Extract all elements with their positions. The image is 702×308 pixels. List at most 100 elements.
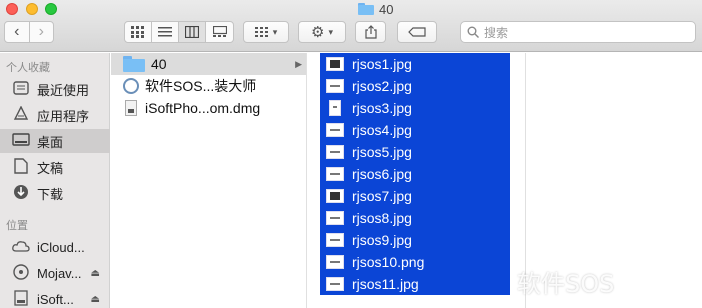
list-item[interactable]: rjsos1.jpg bbox=[320, 53, 510, 75]
disclosure-arrow-icon: ▶ bbox=[295, 58, 302, 69]
locations-header: 位置 bbox=[6, 220, 28, 232]
folder-icon bbox=[123, 56, 145, 72]
window-title-text: 40 bbox=[379, 1, 394, 17]
back-forward-control: ‹ › bbox=[4, 21, 54, 43]
sidebar-item-label: Mojav... bbox=[37, 265, 82, 281]
list-item[interactable]: rjsos6.jpg bbox=[320, 163, 510, 185]
search-icon bbox=[467, 26, 479, 38]
sidebar-item-isoft[interactable]: iSoft... ⏏ bbox=[0, 287, 110, 308]
view-mode-control bbox=[124, 21, 234, 43]
sidebar-item-icloud[interactable]: iCloud... bbox=[0, 235, 110, 259]
close-button[interactable] bbox=[6, 3, 18, 15]
gallery-view-button[interactable] bbox=[206, 22, 233, 42]
eject-icon[interactable]: ⏏ bbox=[91, 268, 100, 279]
list-item[interactable]: rjsos3.jpg bbox=[320, 97, 510, 119]
tag-icon bbox=[408, 27, 426, 37]
icon-view-icon bbox=[130, 26, 144, 38]
sidebar-item-label: 桌面 bbox=[37, 134, 64, 150]
favorites-header: 个人收藏 bbox=[6, 62, 50, 74]
list-view-button[interactable] bbox=[152, 22, 179, 42]
sidebar-item-recents[interactable]: 最近使用 bbox=[0, 77, 110, 101]
item-label: rjsos6.jpg bbox=[352, 166, 412, 182]
gear-icon: ⚙ bbox=[311, 23, 325, 41]
column-view-button[interactable] bbox=[178, 22, 207, 42]
minimize-button[interactable] bbox=[26, 3, 38, 15]
desktop-icon bbox=[11, 132, 31, 150]
folder-icon bbox=[358, 3, 374, 15]
item-label: rjsos2.jpg bbox=[352, 78, 412, 94]
item-label: rjsos1.jpg bbox=[352, 56, 412, 72]
image-file-icon bbox=[326, 255, 344, 269]
back-button[interactable]: ‹ bbox=[5, 22, 30, 42]
zoom-button[interactable] bbox=[45, 3, 57, 15]
image-file-icon bbox=[326, 57, 344, 71]
list-item[interactable]: rjsos8.jpg bbox=[320, 207, 510, 229]
sidebar-item-applications[interactable]: 应用程序 bbox=[0, 103, 110, 127]
item-label: rjsos10.png bbox=[352, 254, 425, 270]
clock-icon bbox=[11, 80, 31, 99]
image-file-icon bbox=[326, 211, 344, 225]
document-icon bbox=[11, 157, 31, 177]
item-label: rjsos7.jpg bbox=[352, 188, 412, 204]
group-button[interactable]: ▾ bbox=[243, 21, 289, 43]
image-file-icon bbox=[326, 167, 344, 181]
list-item-dmg[interactable]: iSoftPho...om.dmg bbox=[111, 97, 306, 119]
item-label: 软件SOS...装大师 bbox=[145, 78, 257, 94]
sidebar-item-label: 文稿 bbox=[37, 160, 64, 176]
sidebar-item-label: iSoft... bbox=[37, 291, 74, 307]
sidebar-item-desktop[interactable]: 桌面 bbox=[0, 129, 110, 153]
column-view-icon bbox=[184, 26, 199, 38]
list-item-folder-40[interactable]: 40 ▶ bbox=[111, 53, 306, 75]
list-item[interactable]: rjsos10.png bbox=[320, 251, 510, 273]
toolbar: 40 ‹ › ▾ ⚙ ▾ 搜索 bbox=[0, 0, 702, 52]
watermark: 软件SOS bbox=[517, 270, 615, 298]
image-file-icon bbox=[329, 100, 341, 116]
list-view-icon bbox=[157, 27, 172, 37]
disk-icon bbox=[11, 263, 31, 283]
cloud-icon bbox=[11, 239, 31, 255]
image-file-icon bbox=[326, 145, 344, 159]
applications-icon bbox=[11, 104, 31, 125]
list-item[interactable]: rjsos11.jpg bbox=[320, 273, 510, 295]
list-item[interactable]: rjsos7.jpg bbox=[320, 185, 510, 207]
list-item[interactable]: rjsos5.jpg bbox=[320, 141, 510, 163]
list-item-app[interactable]: 软件SOS...装大师 bbox=[111, 75, 306, 97]
sidebar-item-mojave[interactable]: Mojav... ⏏ bbox=[0, 261, 110, 285]
list-item[interactable]: rjsos2.jpg bbox=[320, 75, 510, 97]
search-placeholder: 搜索 bbox=[484, 25, 509, 40]
sidebar-item-documents[interactable]: 文稿 bbox=[0, 155, 110, 179]
action-button[interactable]: ⚙ ▾ bbox=[298, 21, 346, 43]
item-label: iSoftPho...om.dmg bbox=[145, 100, 261, 116]
share-icon bbox=[364, 25, 377, 39]
disk-icon bbox=[11, 289, 31, 308]
tags-button[interactable] bbox=[397, 21, 437, 43]
sidebar-item-downloads[interactable]: 下载 bbox=[0, 181, 110, 205]
gallery-view-icon bbox=[212, 26, 227, 37]
column-1: 40 ▶ 软件SOS...装大师 iSoftPho...om.dmg bbox=[111, 53, 307, 308]
share-button[interactable] bbox=[355, 21, 386, 43]
sidebar-item-label: 下载 bbox=[37, 186, 64, 202]
chevron-down-icon: ▾ bbox=[272, 26, 278, 37]
sidebar-item-label: 应用程序 bbox=[37, 108, 90, 124]
group-icon bbox=[254, 27, 268, 37]
item-label: rjsos11.jpg bbox=[352, 276, 419, 292]
eject-icon[interactable]: ⏏ bbox=[91, 294, 100, 305]
image-file-icon bbox=[326, 79, 344, 93]
image-file-icon bbox=[326, 233, 344, 247]
image-file-icon bbox=[326, 189, 344, 203]
item-label: rjsos9.jpg bbox=[352, 232, 412, 248]
search-field[interactable]: 搜索 bbox=[460, 21, 696, 43]
list-item[interactable]: rjsos9.jpg bbox=[320, 229, 510, 251]
list-item[interactable]: rjsos4.jpg bbox=[320, 119, 510, 141]
forward-button[interactable]: › bbox=[30, 22, 54, 42]
item-label: rjsos8.jpg bbox=[352, 210, 412, 226]
image-file-icon bbox=[326, 277, 344, 291]
sidebar-item-label: iCloud... bbox=[37, 239, 85, 255]
window-title: 40 bbox=[358, 1, 393, 17]
sidebar: 个人收藏 最近使用 应用程序 桌面 文稿 下载 位置 iCloud... Moj… bbox=[0, 53, 110, 308]
icon-view-button[interactable] bbox=[125, 22, 152, 42]
item-label: rjsos3.jpg bbox=[352, 100, 412, 116]
sidebar-item-label: 最近使用 bbox=[37, 82, 90, 98]
image-file-icon bbox=[326, 123, 344, 137]
dmg-file-icon bbox=[125, 100, 137, 116]
